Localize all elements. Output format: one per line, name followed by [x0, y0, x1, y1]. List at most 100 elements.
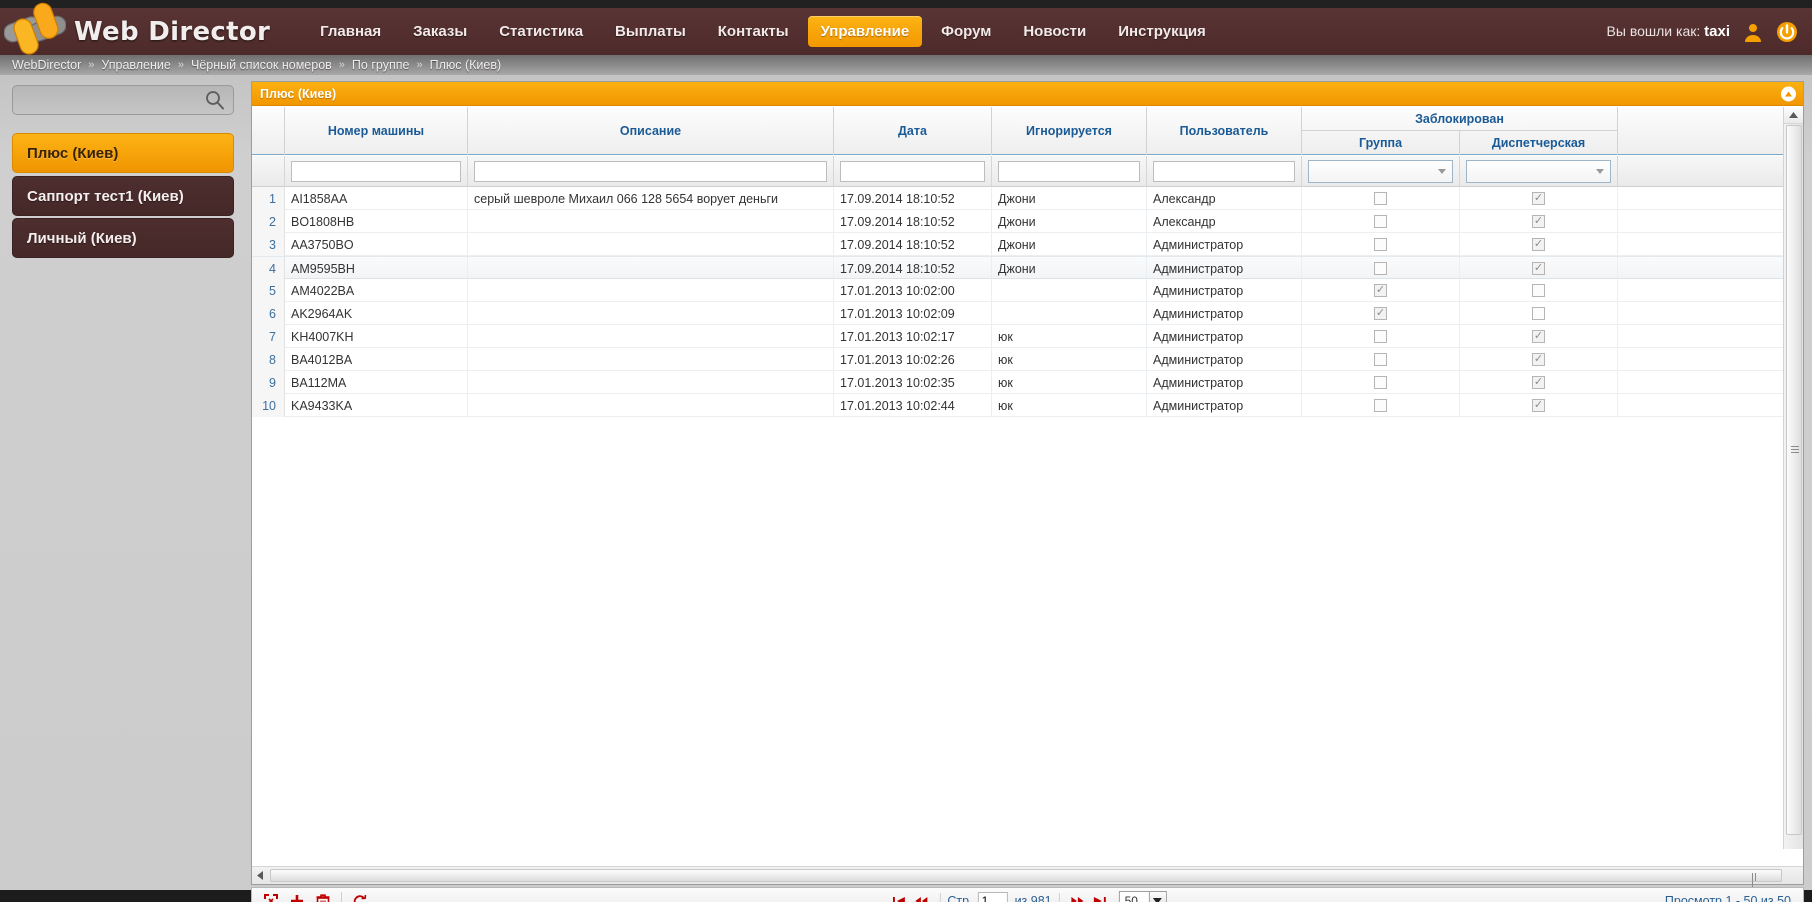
table-row[interactable]: 5 AM4022BA 17.01.2013 10:02:00 Администрато… — [252, 279, 1783, 302]
checkbox-checked-icon[interactable]: ✓ — [1532, 192, 1545, 205]
column-header-ignored[interactable]: Игнорируется — [992, 107, 1147, 155]
column-header-date[interactable]: Дата — [834, 107, 992, 155]
breadcrumb-item-blacklist[interactable]: Чёрный список номеров — [191, 58, 332, 72]
checkbox-unchecked-icon[interactable] — [1374, 376, 1387, 389]
checkbox-blocked-dispatch[interactable]: ✓ — [1460, 233, 1618, 256]
column-header-description[interactable]: Описание — [468, 107, 834, 155]
checkbox-checked-icon[interactable]: ✓ — [1532, 399, 1545, 412]
column-header-plate[interactable]: Номер машины — [285, 107, 468, 155]
checkbox-checked-icon[interactable]: ✓ — [1532, 353, 1545, 366]
checkbox-checked-icon[interactable]: ✓ — [1532, 330, 1545, 343]
grid-horizontal-scrollbar[interactable] — [252, 866, 1803, 889]
table-row[interactable]: 2 BO1808HB 17.09.2014 18:10:52 Джони Алексан… — [252, 210, 1783, 233]
filter-input-description[interactable] — [474, 161, 827, 182]
column-header-user[interactable]: Пользователь — [1147, 107, 1302, 155]
checkbox-blocked-dispatch[interactable]: ✓ — [1460, 187, 1618, 210]
delete-icon[interactable] — [310, 888, 336, 902]
page-size-select[interactable]: 50 — [1118, 891, 1167, 902]
nav-item-contacts[interactable]: Контакты — [705, 16, 802, 47]
checkbox-blocked-dispatch[interactable]: ✓ — [1460, 257, 1618, 280]
prev-page-icon[interactable] — [910, 890, 932, 902]
checkbox-checked-icon[interactable]: ✓ — [1532, 376, 1545, 389]
checkbox-unchecked-icon[interactable] — [1374, 192, 1387, 205]
nav-item-payments[interactable]: Выплаты — [602, 16, 699, 47]
checkbox-blocked-dispatch[interactable]: ✓ — [1460, 325, 1618, 348]
table-row[interactable]: 8 BA4012BA 17.01.2013 10:02:26 юк Администра… — [252, 348, 1783, 371]
filter-select-blocked-group[interactable] — [1308, 160, 1453, 183]
filter-input-plate[interactable] — [291, 161, 461, 182]
breadcrumb-item-webdirector[interactable]: WebDirector — [12, 58, 81, 72]
checkbox-blocked-group[interactable] — [1302, 394, 1460, 417]
expand-icon[interactable] — [258, 888, 284, 902]
filter-input-ignored[interactable] — [998, 161, 1140, 182]
checkbox-blocked-dispatch[interactable]: ✓ — [1460, 371, 1618, 394]
search-icon[interactable] — [203, 88, 227, 112]
checkbox-blocked-dispatch[interactable] — [1460, 302, 1618, 325]
checkbox-blocked-dispatch[interactable] — [1460, 279, 1618, 302]
breadcrumb-item-current[interactable]: Плюс (Киев) — [430, 58, 502, 72]
checkbox-blocked-group[interactable] — [1302, 371, 1460, 394]
checkbox-blocked-group[interactable] — [1302, 233, 1460, 256]
table-row[interactable]: 7 KH4007KH 17.01.2013 10:02:17 юк Администра… — [252, 325, 1783, 348]
column-header-blocked-group[interactable]: Группа — [1302, 131, 1460, 155]
sidebar-item-support-test1[interactable]: Саппорт тест1 (Киев) — [12, 176, 234, 216]
filter-input-user[interactable] — [1153, 161, 1295, 182]
nav-item-forum[interactable]: Форум — [928, 16, 1004, 47]
checkbox-unchecked-icon[interactable] — [1374, 399, 1387, 412]
checkbox-checked-icon[interactable]: ✓ — [1374, 307, 1387, 320]
next-page-icon[interactable] — [1067, 890, 1089, 902]
checkbox-checked-icon[interactable]: ✓ — [1532, 262, 1545, 275]
filter-input-date[interactable] — [840, 161, 985, 182]
chevron-up-icon[interactable] — [1781, 86, 1796, 101]
table-row[interactable]: 4 AM9595BH 17.09.2014 18:10:52 Джони Админис… — [252, 256, 1783, 280]
table-row[interactable]: 9 BA112MA 17.01.2013 10:02:35 юк Администрат… — [252, 371, 1783, 394]
app-logo[interactable] — [4, 2, 66, 56]
checkbox-unchecked-icon[interactable] — [1532, 307, 1545, 320]
checkbox-unchecked-icon[interactable] — [1374, 238, 1387, 251]
checkbox-checked-icon[interactable]: ✓ — [1374, 284, 1387, 297]
checkbox-blocked-group[interactable]: ✓ — [1302, 279, 1460, 302]
search-box[interactable] — [12, 85, 234, 115]
table-row[interactable]: 10 KA9433KA 17.01.2013 10:02:44 юк Администр… — [252, 394, 1783, 417]
checkbox-blocked-dispatch[interactable]: ✓ — [1460, 394, 1618, 417]
scroll-up-icon[interactable] — [1784, 107, 1803, 124]
vertical-scroll-thumb[interactable] — [1786, 125, 1802, 835]
column-header-blocked-dispatch[interactable]: Диспетчерская — [1460, 131, 1618, 155]
page-number-input[interactable] — [977, 892, 1008, 902]
breadcrumb-item-bygroup[interactable]: По группе — [352, 58, 410, 72]
nav-item-news[interactable]: Новости — [1010, 16, 1099, 47]
search-input[interactable] — [13, 87, 203, 113]
checkbox-checked-icon[interactable]: ✓ — [1532, 215, 1545, 228]
filter-select-blocked-dispatch[interactable] — [1466, 160, 1611, 183]
checkbox-unchecked-icon[interactable] — [1374, 330, 1387, 343]
checkbox-blocked-dispatch[interactable]: ✓ — [1460, 210, 1618, 233]
nav-item-management[interactable]: Управление — [807, 16, 923, 47]
checkbox-unchecked-icon[interactable] — [1374, 353, 1387, 366]
table-row[interactable]: 3 AA3750BO 17.09.2014 18:10:52 Джони Админис… — [252, 233, 1783, 256]
table-row[interactable]: 6 AK2964AK 17.01.2013 10:02:09 Администрато… — [252, 302, 1783, 325]
checkbox-blocked-group[interactable]: ✓ — [1302, 302, 1460, 325]
sidebar-item-plus[interactable]: Плюс (Киев) — [12, 133, 234, 173]
last-page-icon[interactable] — [1089, 890, 1111, 902]
chevron-down-icon[interactable] — [1148, 892, 1166, 902]
first-page-icon[interactable] — [888, 890, 910, 902]
breadcrumb-item-management[interactable]: Управление — [101, 58, 171, 72]
nav-item-home[interactable]: Главная — [307, 16, 394, 47]
checkbox-blocked-group[interactable] — [1302, 210, 1460, 233]
user-icon[interactable] — [1742, 21, 1764, 43]
checkbox-blocked-group[interactable] — [1302, 257, 1460, 280]
checkbox-unchecked-icon[interactable] — [1374, 215, 1387, 228]
horizontal-scroll-thumb[interactable] — [270, 869, 1782, 889]
table-row[interactable]: 1 AI1858AA серый шевроле Михаил 066 128 56… — [252, 187, 1783, 210]
sidebar-item-personal[interactable]: Личный (Киев) — [12, 218, 234, 258]
checkbox-blocked-dispatch[interactable]: ✓ — [1460, 348, 1618, 371]
checkbox-blocked-group[interactable] — [1302, 325, 1460, 348]
scroll-left-icon[interactable] — [252, 867, 268, 884]
checkbox-blocked-group[interactable] — [1302, 348, 1460, 371]
checkbox-unchecked-icon[interactable] — [1374, 262, 1387, 275]
add-icon[interactable] — [284, 888, 310, 902]
checkbox-checked-icon[interactable]: ✓ — [1532, 238, 1545, 251]
grid-vertical-scrollbar[interactable] — [1783, 107, 1803, 849]
checkbox-blocked-group[interactable] — [1302, 187, 1460, 210]
checkbox-unchecked-icon[interactable] — [1532, 284, 1545, 297]
